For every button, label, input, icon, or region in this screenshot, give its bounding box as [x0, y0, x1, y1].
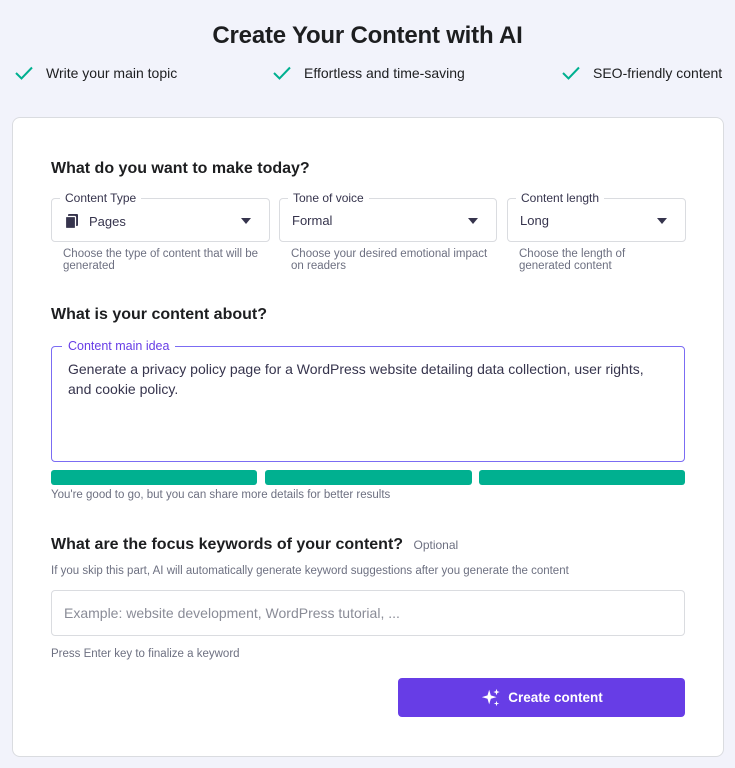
tone-label: Tone of voice: [288, 191, 369, 205]
main-idea-textarea[interactable]: Content main idea Generate a privacy pol…: [51, 339, 685, 462]
main-idea-label: Content main idea: [62, 339, 176, 353]
check-icon: [273, 66, 291, 80]
chevron-down-icon: [241, 218, 251, 224]
length-value: Long: [520, 213, 549, 228]
sparkles-icon: [482, 688, 500, 706]
main-idea-value: Generate a privacy policy page for a Wor…: [68, 361, 644, 397]
create-content-button[interactable]: Create content: [398, 678, 685, 717]
length-label: Content length: [516, 191, 605, 205]
length-select[interactable]: Content length Long: [507, 191, 686, 242]
feature-item: Write your main topic: [14, 63, 177, 83]
section-title-about: What is your content about?: [51, 306, 267, 323]
check-icon: [562, 66, 580, 80]
quality-message: You're good to go, but you can share mor…: [51, 489, 391, 501]
feature-label: SEO-friendly content: [593, 65, 723, 81]
chevron-down-icon: [468, 218, 478, 224]
create-content-label: Create content: [508, 690, 603, 705]
tone-value: Formal: [292, 213, 333, 228]
quality-bar-segment: [265, 470, 472, 485]
keywords-input[interactable]: [51, 590, 685, 636]
tone-help: Choose your desired emotional impact on …: [291, 248, 488, 272]
keywords-help: If you skip this part, AI will automatic…: [51, 565, 569, 577]
feature-label: Write your main topic: [46, 65, 178, 81]
keywords-title: What are the focus keywords of your cont…: [51, 536, 404, 553]
keywords-hint: Press Enter key to finalize a keyword: [51, 648, 240, 660]
page-title: Create Your Content with AI: [212, 22, 523, 49]
chevron-down-icon: [657, 218, 667, 224]
length-help: Choose the length of generated content: [519, 248, 626, 272]
section-title-make: What do you want to make today?: [51, 160, 310, 177]
section-title-keywords: What are the focus keywords of your cont…: [51, 536, 458, 554]
check-icon: [15, 66, 33, 80]
content-type-help: Choose the type of content that will be …: [63, 248, 258, 272]
quality-bar-segment: [479, 470, 685, 485]
feature-label: Effortless and time-saving: [304, 65, 465, 81]
content-type-value: Pages: [89, 213, 126, 229]
content-type-label: Content Type: [60, 191, 142, 205]
pages-icon: [64, 214, 78, 229]
optional-tag: Optional: [413, 538, 459, 552]
quality-bar-segment: [51, 470, 257, 485]
feature-item: Effortless and time-saving: [272, 63, 465, 83]
content-form-card: What do you want to make today? Content …: [12, 117, 724, 757]
content-type-select[interactable]: Content Type Pages: [51, 191, 270, 242]
tone-select[interactable]: Tone of voice Formal: [279, 191, 497, 242]
feature-item: SEO-friendly content: [561, 63, 722, 83]
